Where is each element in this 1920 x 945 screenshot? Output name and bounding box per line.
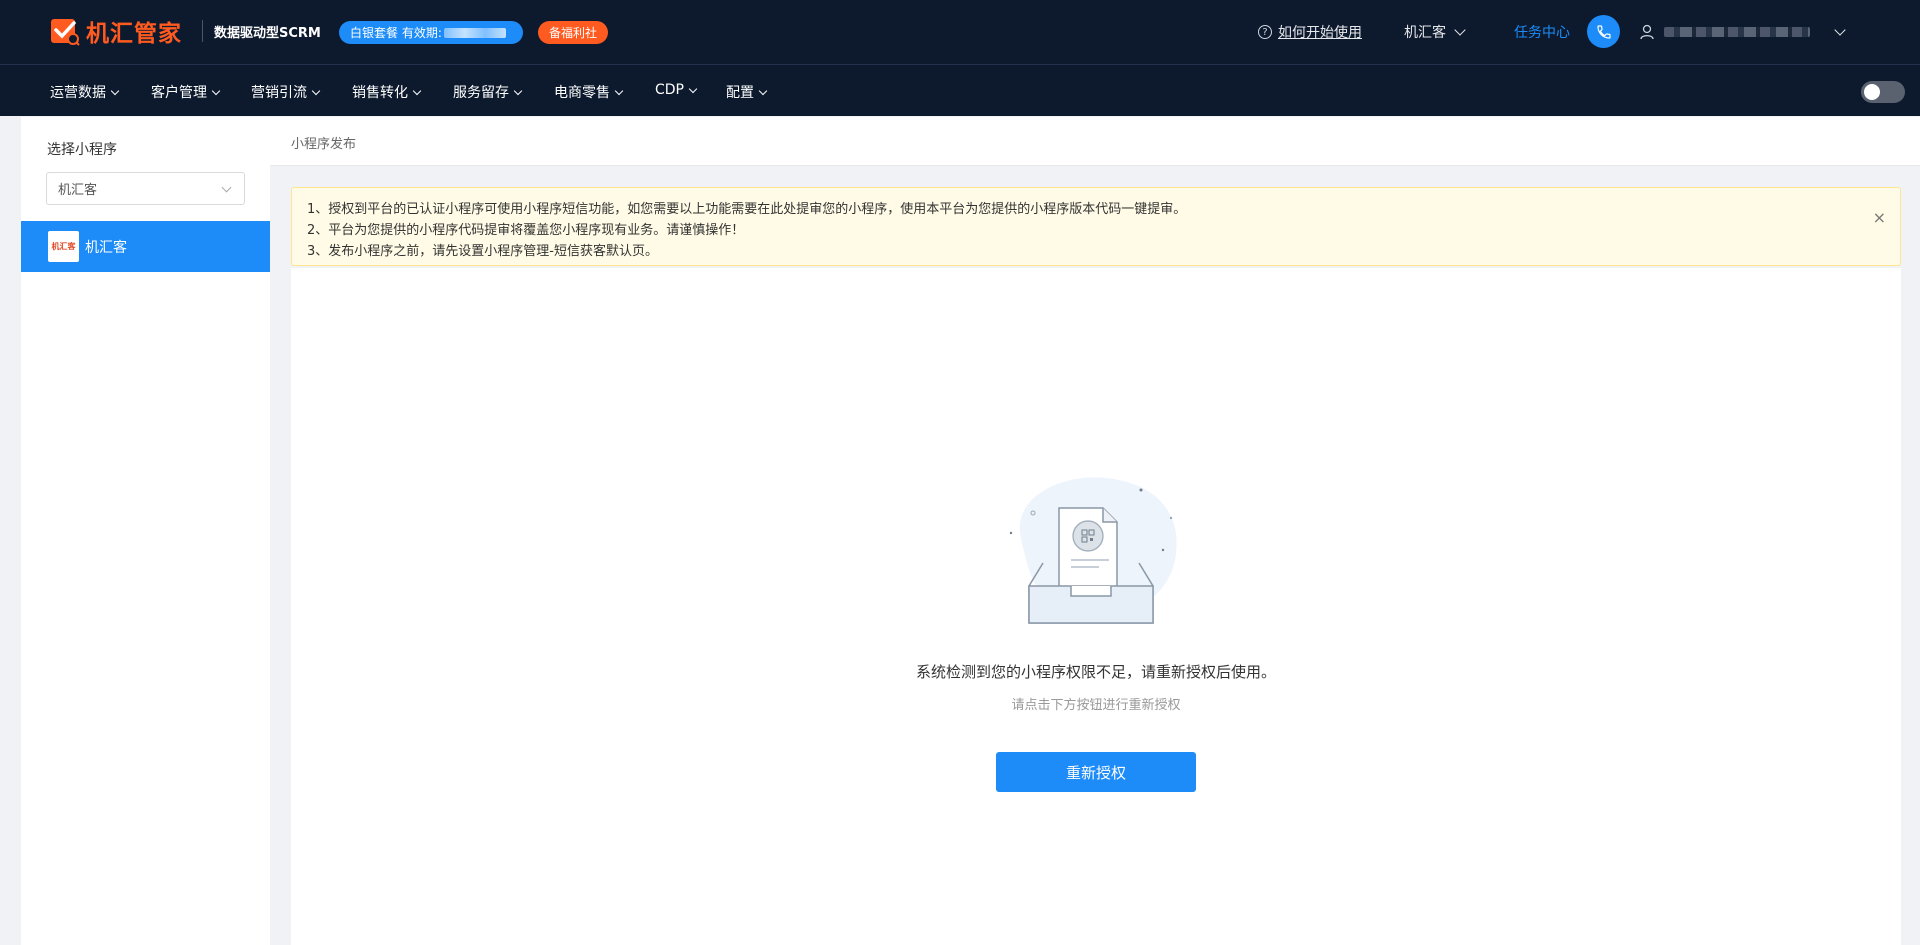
nav-item-service[interactable]: 服务留存: [453, 82, 523, 102]
sidebar: 选择小程序 机汇客 机汇客 机汇客: [21, 117, 270, 945]
task-center-link[interactable]: 任务中心: [1514, 22, 1570, 42]
breadcrumb-bar: 小程序发布: [270, 117, 1920, 166]
notice-line-1: 1、授权到平台的已认证小程序可使用小程序短信功能，如您需要以上功能需要在此处提审…: [307, 202, 1187, 217]
account-switcher[interactable]: 机汇客: [1404, 22, 1466, 42]
notice-line-3: 3、发布小程序之前，请先设置小程序管理-短信获客默认页。: [307, 244, 658, 259]
logo-divider: [202, 20, 203, 42]
nav-item-customers[interactable]: 客户管理: [151, 82, 221, 102]
nav-item-operations[interactable]: 运营数据: [50, 82, 120, 102]
welfare-badge[interactable]: 备福利社: [538, 21, 608, 44]
username-redacted[interactable]: [1664, 27, 1810, 37]
chevron-down-icon: [110, 86, 120, 95]
brand-name: 机汇管家: [86, 21, 182, 47]
plan-expiry-redacted: [443, 27, 506, 38]
nav-item-ecommerce[interactable]: 电商零售: [554, 82, 624, 102]
sidebar-title: 选择小程序: [47, 142, 117, 158]
empty-state-title: 系统检测到您的小程序权限不足，请重新授权后使用。: [915, 663, 1276, 681]
chevron-down-icon: [513, 86, 523, 95]
chevron-down-icon: [688, 84, 698, 93]
chevron-down-icon: [614, 86, 624, 95]
chevron-down-icon: [221, 182, 232, 193]
phone-icon: [1596, 24, 1611, 39]
miniprogram-name: 机汇客: [85, 239, 127, 256]
chevron-down-icon: [412, 86, 422, 95]
miniprogram-select[interactable]: 机汇客: [46, 172, 245, 205]
chevron-down-icon: [211, 86, 221, 95]
main-nav: 运营数据 客户管理 营销引流 销售转化 服务留存 电商零售 CDP 配置: [0, 64, 1920, 116]
main-content: 系统检测到您的小程序权限不足，请重新授权后使用。 请点击下方按钮进行重新授权 重…: [291, 268, 1901, 945]
empty-state-subtitle: 请点击下方按钮进行重新授权: [1011, 698, 1181, 713]
plan-badge: 白银套餐 有效期:: [339, 21, 523, 44]
empty-state-illustration: [1009, 477, 1177, 624]
help-label: 如何开始使用: [1278, 25, 1362, 41]
help-link[interactable]: ? 如何开始使用: [1258, 22, 1362, 42]
user-icon: [1640, 24, 1654, 40]
chevron-down-icon: [758, 86, 768, 95]
notice-line-2: 2、平台为您提供的小程序代码提审将覆盖您小程序现有业务。请谨慎操作！: [307, 223, 745, 238]
select-value: 机汇客: [58, 183, 98, 198]
breadcrumb: 小程序发布: [291, 137, 357, 152]
nav-item-sales[interactable]: 销售转化: [352, 82, 422, 102]
chevron-down-icon: [1454, 24, 1466, 36]
top-header: 机汇管家 数据驱动型SCRM 白银套餐 有效期: 备福利社 ? 如何开始使用 机…: [0, 0, 1920, 64]
miniprogram-logo: 机汇客: [48, 231, 79, 262]
close-icon[interactable]: ×: [1873, 208, 1886, 227]
chevron-down-icon: [311, 86, 321, 95]
phone-button[interactable]: [1587, 15, 1620, 48]
sidebar-item-miniprogram[interactable]: 机汇客 机汇客: [21, 221, 270, 272]
logo[interactable]: 机汇管家: [50, 14, 182, 48]
account-name: 机汇客: [1404, 25, 1446, 41]
toggle-knob: [1864, 84, 1880, 100]
nav-item-marketing[interactable]: 营销引流: [251, 82, 321, 102]
user-menu-chevron[interactable]: [1826, 22, 1846, 38]
chevron-down-icon: [1834, 24, 1846, 36]
logo-check-icon: [51, 19, 80, 46]
tagline: 数据驱动型SCRM: [214, 26, 321, 41]
notice-alert: 1、授权到平台的已认证小程序可使用小程序短信功能，如您需要以上功能需要在此处提审…: [291, 187, 1901, 266]
plan-label: 白银套餐 有效期:: [350, 26, 442, 40]
nav-item-cdp[interactable]: CDP: [655, 82, 698, 98]
nav-item-config[interactable]: 配置: [726, 82, 768, 102]
theme-toggle[interactable]: [1861, 81, 1905, 103]
reauthorize-button[interactable]: 重新授权: [996, 752, 1196, 792]
question-icon: ?: [1258, 25, 1272, 39]
